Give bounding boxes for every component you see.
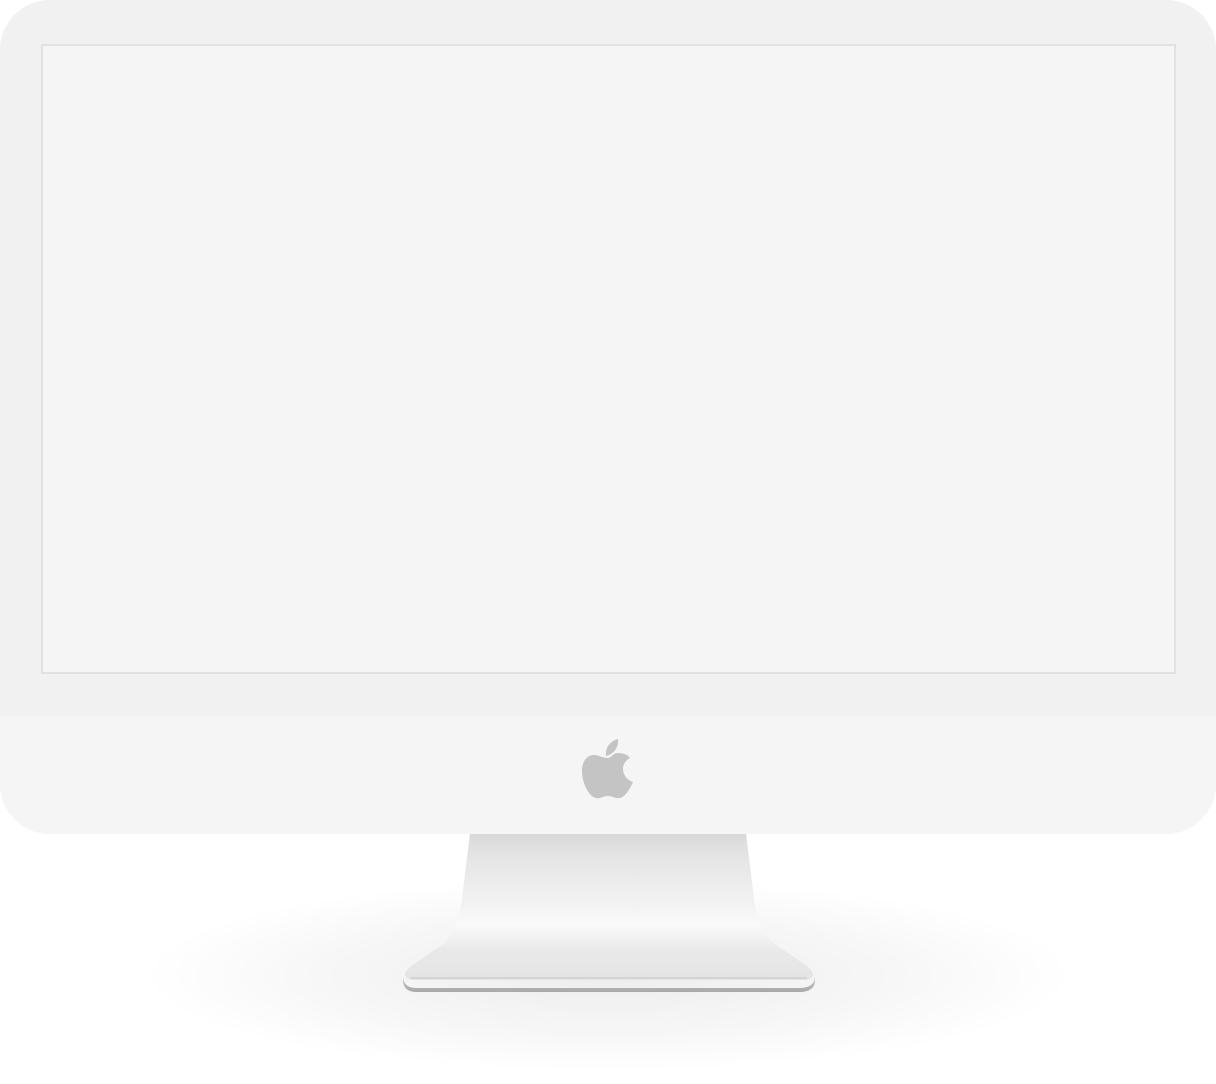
apple-logo-icon — [582, 739, 633, 799]
monitor-mockup — [0, 0, 1216, 1084]
monitor-body — [0, 0, 1216, 834]
monitor-stand — [403, 834, 815, 992]
monitor-screen — [41, 44, 1176, 674]
monitor-bezel — [0, 0, 1216, 716]
